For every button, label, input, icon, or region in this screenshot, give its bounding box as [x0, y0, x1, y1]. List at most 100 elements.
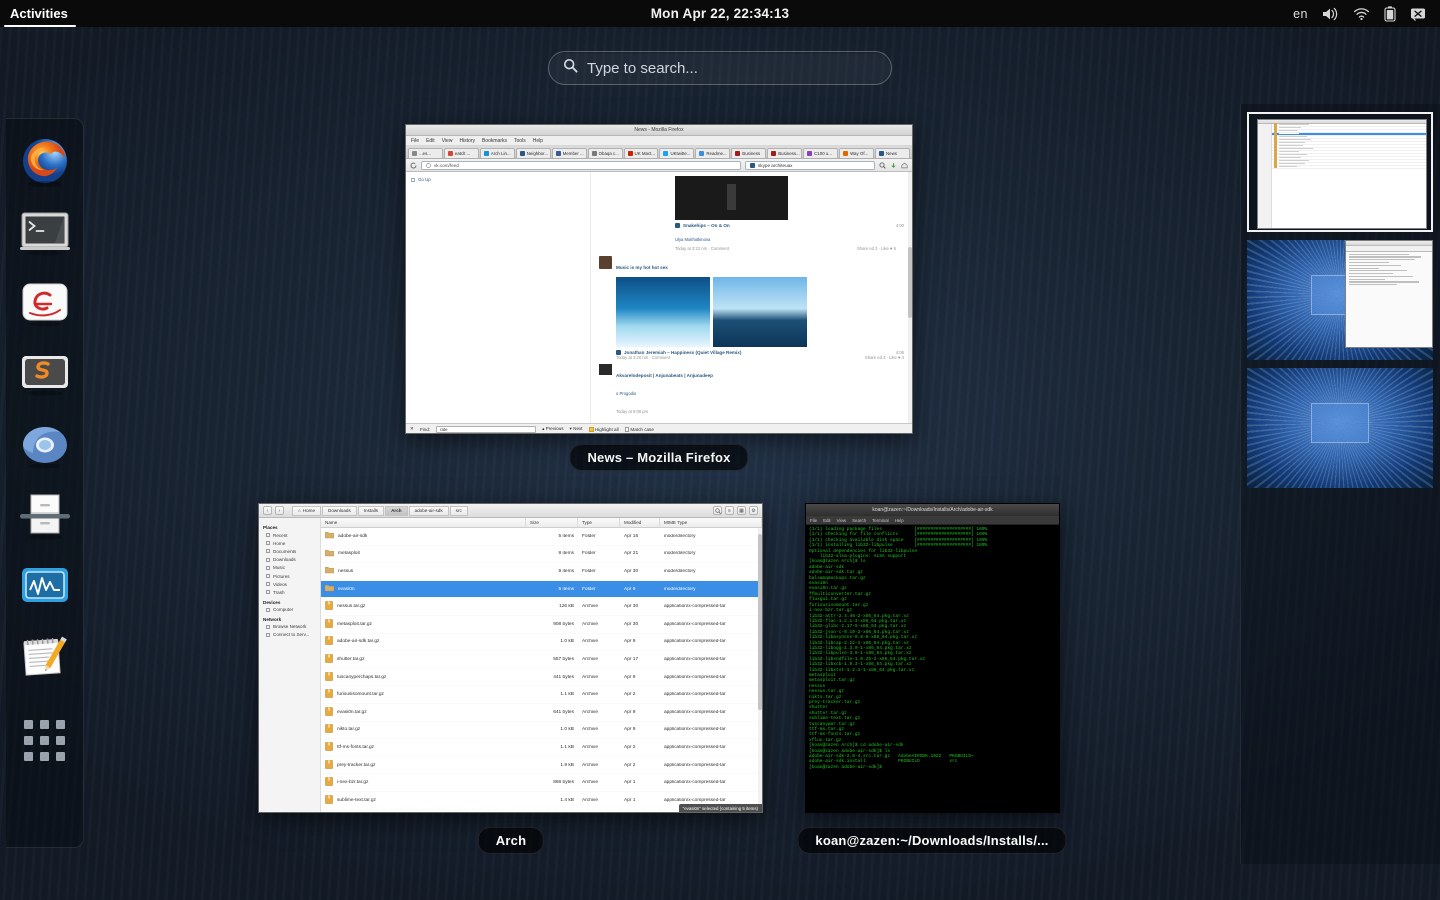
table-row[interactable]: adobe-air-sdk 5 items Folder Apr 16 inode/di… — [321, 528, 762, 546]
firefox-window[interactable]: News - Mozilla Firefox File Edit View Hi… — [405, 124, 913, 434]
back-icon[interactable]: ‹ — [263, 506, 272, 515]
menu-search[interactable]: Search — [852, 518, 866, 523]
window-thumbnail-firefox[interactable]: News - Mozilla Firefox File Edit View Hi… — [405, 124, 913, 434]
table-row[interactable]: nessus 9 items Folder Apr 30 inode/directory — [321, 563, 762, 581]
table-row[interactable]: adobe-air-sdk.tar.gz 1.0 kB Archive Apr 9 ap… — [321, 634, 762, 652]
browser-tab[interactable]: C100 u... — [803, 148, 839, 158]
view-list-icon[interactable]: ≡ — [725, 506, 734, 515]
breadcrumb-item[interactable]: ⌂ Home — [292, 505, 322, 516]
breadcrumb-item[interactable]: Arch — [385, 505, 408, 516]
post-author[interactable]: Ulya Mukhotkinova — [675, 237, 710, 242]
sidebar-item-trash[interactable]: Trash — [259, 588, 320, 596]
table-row[interactable]: i-nex-bzr.tar.gz 866 bytes Archive Apr 1 app… — [321, 774, 762, 792]
dash-item-text-editor[interactable] — [16, 630, 74, 688]
menu-edit[interactable]: Edit — [823, 518, 831, 523]
search-input[interactable]: Type to search... — [548, 51, 892, 85]
menu-view[interactable]: View — [442, 138, 453, 144]
menu-bookmarks[interactable]: Bookmarks — [482, 138, 507, 144]
sidebar-item-recent[interactable]: Recent — [259, 531, 320, 539]
view-grid-icon[interactable]: ▦ — [737, 506, 746, 515]
post-author[interactable]: o Progodio — [616, 391, 636, 396]
post-title[interactable]: Music is my hot hot sex — [616, 265, 668, 270]
sidebar-item-home[interactable]: Home — [259, 539, 320, 547]
sidebar-item-music[interactable]: Music — [259, 564, 320, 572]
match-case-checkbox[interactable]: Match case — [624, 427, 654, 432]
terminal-output[interactable]: (1/1) loading package files [###########… — [806, 525, 1059, 793]
table-row[interactable]: metasploit 8 items Folder Apr 21 inode/direc… — [321, 546, 762, 564]
menu-tools[interactable]: Tools — [514, 138, 526, 144]
window-title-firefox[interactable]: News – Mozilla Firefox — [569, 444, 749, 471]
window-title-nautilus[interactable]: Arch — [477, 827, 545, 854]
breadcrumb-item[interactable]: src — [449, 505, 468, 516]
nautilus-sidebar[interactable]: Places Recent Home Documents Downloads Music… — [259, 518, 321, 812]
dash-item-chromium[interactable] — [16, 417, 74, 475]
column-modified[interactable]: Modified — [620, 518, 660, 527]
find-next-button[interactable]: ▾ Next — [570, 426, 583, 432]
table-row[interactable]: tuscanyperchaps.tar.gz 441 bytes Archive Ap… — [321, 669, 762, 687]
find-previous-button[interactable]: ▴ Previous — [542, 426, 563, 432]
nautilus-toolbar[interactable]: ‹ › ⌂ Home Downloads Installs Arch adobe-air-… — [259, 504, 762, 518]
breadcrumb-item[interactable]: Downloads — [322, 505, 357, 516]
browser-tab[interactable]: Neighbor... — [515, 148, 551, 158]
window-title-terminal[interactable]: koan@zazen:~/Downloads/Installs/... — [797, 827, 1067, 854]
workspace-switcher[interactable] — [1240, 104, 1440, 864]
post-thumbnail[interactable] — [599, 364, 612, 375]
terminal-menubar[interactable]: File Edit View Search Terminal Help — [806, 516, 1059, 525]
column-size[interactable]: Size — [526, 518, 578, 527]
browser-tab[interactable]: Way Of... — [839, 148, 874, 158]
browser-tab[interactable]: UK Mact... — [623, 148, 659, 158]
column-mime[interactable]: MIME Type — [660, 518, 762, 527]
avatar[interactable] — [599, 256, 612, 269]
column-name[interactable]: Name — [321, 518, 526, 527]
window-thumbnail-terminal[interactable]: koan@zazen:~/Downloads/Installs/Arch/ado… — [805, 503, 1060, 813]
find-input[interactable]: rate — [436, 425, 537, 433]
menu-help[interactable]: Help — [533, 138, 543, 144]
workspace-thumbnail-3[interactable] — [1247, 368, 1433, 488]
feed-post[interactable]: Snakehips – On & On 4:00 Ulya Mukhotkino… — [591, 172, 912, 251]
search-icon[interactable] — [713, 506, 722, 515]
firefox-search-field[interactable]: skype architeuax — [745, 160, 875, 170]
sidebar-item-pictures[interactable]: Pictures — [259, 572, 320, 580]
browser-tab[interactable]: Member ... — [551, 148, 587, 158]
scrollbar[interactable] — [758, 528, 762, 812]
menu-edit[interactable]: Edit — [426, 138, 435, 144]
breadcrumb-item[interactable]: adobe-air-sdk — [408, 505, 449, 516]
sidebar-item-videos[interactable]: Videos — [259, 580, 320, 588]
table-row[interactable]: evasi0n 5 items Folder Apr 9 inode/directory — [321, 580, 762, 599]
sidebar-item-browse-network[interactable]: Browse Network — [259, 623, 320, 631]
sidebar-item-connect-to-serv[interactable]: Connect to Serv... — [259, 631, 320, 639]
browser-tab[interactable]: eatclt ... — [443, 148, 479, 158]
highlight-all-toggle[interactable]: Highlight all — [588, 426, 619, 432]
table-row[interactable]: metasploit.tar.gz 908 bytes Archive Apr 30 a… — [321, 616, 762, 634]
firefox-toolbar[interactable]: vk.com/feed skype architeuax — [406, 159, 912, 172]
post-photo[interactable] — [616, 277, 710, 347]
nautilus-file-list[interactable]: Name Size Type Modified MIME Type adobe-… — [321, 518, 762, 812]
gear-icon[interactable]: ⚙ — [749, 506, 758, 515]
overview-search[interactable]: Type to search... — [548, 51, 892, 85]
file-list-header[interactable]: Name Size Type Modified MIME Type — [321, 518, 762, 528]
menu-file[interactable]: File — [810, 518, 817, 523]
close-icon[interactable]: ✕ — [410, 426, 414, 432]
firefox-find-bar[interactable]: ✕ Find: rate ▴ Previous ▾ Next Highlight… — [406, 423, 912, 433]
dash-item-firefox[interactable] — [16, 133, 74, 191]
feed-post[interactable]: Akvarelodeposit | Anjunabeats | Anjunade… — [591, 360, 912, 418]
nautilus-window[interactable]: ‹ › ⌂ Home Downloads Installs Arch adobe-air-… — [258, 503, 763, 813]
browser-tab[interactable]: Arch Lin... — [479, 148, 515, 158]
menu-view[interactable]: View — [837, 518, 846, 523]
terminal-window[interactable]: koan@zazen:~/Downloads/Installs/Arch/ado… — [805, 503, 1060, 813]
menu-file[interactable]: File — [411, 138, 419, 144]
post-title[interactable]: Akvarelodeposit | Anjunabeats | Anjunade… — [616, 373, 713, 378]
browser-tab[interactable]: Business — [731, 148, 767, 158]
breadcrumb-item[interactable]: Installs — [357, 505, 385, 516]
table-row[interactable]: shutter.tar.gz 557 bytes Archive Apr 17 appl… — [321, 651, 762, 669]
browser-tab[interactable]: Readme... — [695, 148, 731, 158]
window-thumbnail-nautilus[interactable]: ‹ › ⌂ Home Downloads Installs Arch adobe-air-… — [258, 503, 763, 813]
workspace-thumbnail-1[interactable] — [1247, 112, 1433, 232]
sidebar-item-computer[interactable]: Computer — [259, 606, 320, 614]
dash-item-terminal[interactable] — [16, 204, 74, 262]
browser-tab[interactable]: Business... — [767, 148, 803, 158]
show-applications-button[interactable] — [16, 711, 74, 769]
table-row[interactable]: nikto.tar.gz 1.0 kB Archive Apr 9 applicatio… — [321, 722, 762, 740]
vk-feed[interactable]: Snakehips – On & On 4:00 Ulya Mukhotkino… — [591, 172, 912, 423]
firefox-tab-strip[interactable]: ...es... eatclt ... Arch Lin... Neighbor...… — [406, 146, 912, 159]
